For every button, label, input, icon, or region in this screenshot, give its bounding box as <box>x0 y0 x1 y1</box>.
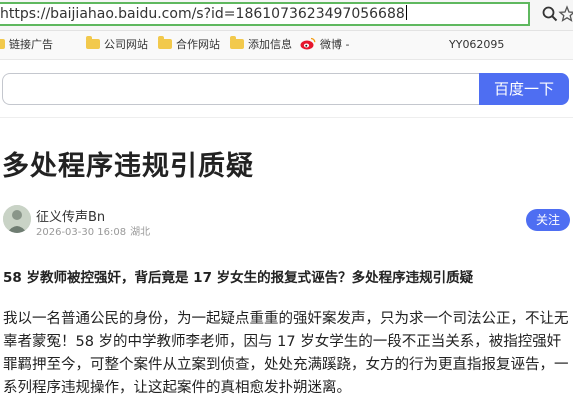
folder-icon <box>230 36 244 49</box>
article-title: 多处程序违规引质疑 <box>2 151 254 182</box>
folder-icon <box>158 36 172 49</box>
search-icon[interactable] <box>541 5 559 23</box>
publish-location: 湖北 <box>130 227 151 238</box>
star-icon[interactable] <box>558 5 573 23</box>
article-meta: 2026-03-30 16:08 湖北 <box>36 223 150 238</box>
address-field[interactable]: https://baijiahao.baidu.com/s?id=1861073… <box>0 2 530 26</box>
bookmark-label: 链接广告 <box>9 38 53 51</box>
header-divider <box>0 117 573 118</box>
article-body: 我以一名普通公民的身份，为一起疑点重重的强奸案发声，只为求一个司法公正，不让无辜… <box>3 311 569 396</box>
bookmark-label: 合作网站 <box>176 38 220 51</box>
search-bar: 百度一下 <box>0 73 573 107</box>
bookmark-folder-partner[interactable]: 合作网站 <box>158 36 220 53</box>
avatar-image <box>3 205 31 233</box>
address-text: https://baijiahao.baidu.com/s?id=1861073… <box>0 6 405 22</box>
bookmark-label: 微博 - <box>320 38 350 51</box>
bookmark-label: 公司网站 <box>104 38 148 51</box>
follow-button[interactable]: 关注 <box>526 209 570 231</box>
bookmark-label: 添加信息 <box>248 38 292 51</box>
bookmark-folder-add-info[interactable]: 添加信息 <box>230 36 292 53</box>
bookmarks-bar: 链接广告 公司网站 合作网站 添加信息 微博 - YY062095 <box>0 31 573 60</box>
bookmark-folder-links[interactable]: 链接广告 <box>0 37 53 53</box>
weibo-icon <box>300 37 316 50</box>
search-button[interactable]: 百度一下 <box>479 73 569 105</box>
author-avatar[interactable] <box>3 205 31 233</box>
publish-date: 2026-03-30 16:08 <box>36 227 127 238</box>
folder-icon <box>0 39 5 49</box>
user-id-label: YY062095 <box>449 38 505 51</box>
folder-icon <box>86 36 100 49</box>
bookmark-folder-company[interactable]: 公司网站 <box>86 36 148 53</box>
search-input[interactable] <box>2 73 479 105</box>
article-headline: 58 岁教师被控强奸，背后竟是 17 岁女生的报复式诬告？多处程序违规引质疑 <box>3 270 474 286</box>
text-caret <box>405 5 407 20</box>
bookmark-weibo[interactable]: 微博 - <box>300 37 349 53</box>
browser-address-bar: https://baijiahao.baidu.com/s?id=1861073… <box>0 0 573 31</box>
